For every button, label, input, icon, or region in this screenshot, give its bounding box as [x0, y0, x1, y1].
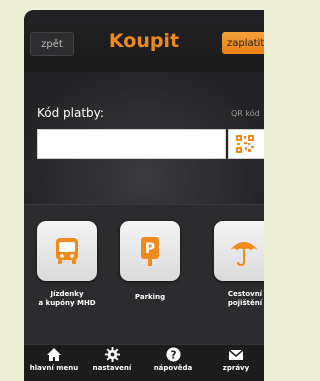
pay-button[interactable]: zaplatit [222, 32, 264, 54]
tab-home[interactable]: hlavní menu [29, 347, 79, 381]
tile-tickets[interactable] [37, 221, 97, 281]
umbrella-icon [230, 242, 258, 267]
payment-code-panel: Kód platby: QR kód [24, 72, 264, 204]
tile-parking[interactable]: P [120, 221, 180, 281]
tab-messages-label: zprávy [222, 364, 250, 372]
envelope-icon [228, 349, 244, 360]
home-icon [47, 348, 61, 361]
tab-messages[interactable]: zprávy [213, 347, 259, 381]
tab-settings-label: nastavení [92, 364, 132, 372]
qr-label: QR kód [231, 109, 260, 118]
top-bar: zpět Koupit zaplatit [24, 10, 264, 72]
tab-bar: hlavní menu nastavení ? nápověda zprávy [24, 344, 264, 381]
tile-parking-label: Parking [134, 293, 166, 301]
tab-home-label: hlavní menu [29, 364, 79, 372]
svg-text:P: P [145, 241, 155, 257]
qr-code-icon [235, 134, 255, 154]
code-label: Kód platby: [37, 106, 104, 120]
service-tiles: Jízdenky a kupóny MHD P Parking Cestovní p… [24, 204, 264, 345]
payment-code-input[interactable] [37, 129, 226, 159]
parking-icon: P [141, 237, 159, 266]
tile-insurance[interactable] [214, 221, 264, 281]
tile-insurance-label: Cestovní pojištění [227, 290, 263, 307]
tab-settings[interactable]: nastavení [87, 347, 137, 381]
tab-help-label: nápověda [153, 364, 193, 372]
tab-help[interactable]: ? nápověda [148, 347, 198, 381]
svg-text:?: ? [170, 349, 176, 361]
bus-icon [56, 238, 78, 264]
qr-scan-button[interactable] [228, 129, 264, 159]
phone-screen: zpět Koupit zaplatit Kód platby: QR kód [24, 10, 264, 381]
gear-icon [104, 347, 120, 362]
tile-tickets-label: Jízdenky a kupóny MHD [38, 290, 96, 307]
help-icon: ? [165, 347, 181, 362]
